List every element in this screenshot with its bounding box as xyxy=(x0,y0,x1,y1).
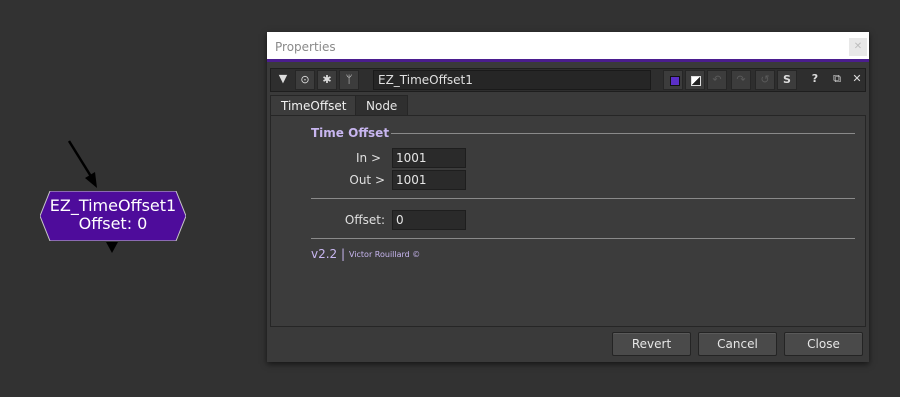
divider-1 xyxy=(311,198,855,199)
revert-button[interactable]: Revert xyxy=(612,332,691,356)
version-label: v2.2 | xyxy=(311,247,346,261)
graph-node[interactable]: EZ_TimeOffset1 Offset: 0 xyxy=(40,191,186,241)
offset-field[interactable]: 0 xyxy=(392,210,466,230)
s-button[interactable]: S xyxy=(777,70,797,90)
section-title: Time Offset xyxy=(311,126,390,140)
node-name: EZ_TimeOffset1 xyxy=(49,196,177,215)
close-panel-icon[interactable]: ✕ xyxy=(847,70,867,90)
in-field[interactable]: 1001 xyxy=(392,148,466,168)
panel-titlebar[interactable]: Properties ✕ xyxy=(267,32,869,62)
out-field[interactable]: 1001 xyxy=(392,170,466,190)
knobs-area: Time Offset In > 1001 Out > 1001 Offset:… xyxy=(270,115,866,327)
node-name-field[interactable]: EZ_TimeOffset1 xyxy=(373,70,651,90)
node-color-swatch[interactable] xyxy=(663,70,683,90)
collapse-triangle-icon[interactable]: ▼ xyxy=(273,70,293,90)
output-connector[interactable] xyxy=(106,242,118,253)
out-label: Out > xyxy=(349,173,385,187)
credit-label: Victor Rouillard © xyxy=(349,250,421,259)
float-panel-icon[interactable]: ⧉ xyxy=(827,70,847,90)
panel-title: Properties xyxy=(275,40,336,54)
node-toolbar: ▼ ⊙ ✱ ᛘ EZ_TimeOffset1 ↶ ↷ ↺ S ? ⧉ ✕ xyxy=(270,68,866,92)
divider-2 xyxy=(311,238,855,239)
in-label: In > xyxy=(355,151,381,165)
offset-label: Offset: xyxy=(344,213,385,227)
tab-timeoffset[interactable]: TimeOffset xyxy=(270,95,358,116)
input-connection-arrow xyxy=(67,140,97,188)
redo-icon[interactable]: ↷ xyxy=(731,70,751,90)
undo-icon[interactable]: ↶ xyxy=(707,70,727,90)
node-offset-label: Offset: 0 xyxy=(78,214,148,233)
close-button[interactable]: Close xyxy=(784,332,863,356)
section-divider xyxy=(391,133,855,134)
wrench-icon[interactable]: ᛘ xyxy=(339,70,359,90)
properties-panel: Properties ✕ ▼ ⊙ ✱ ᛘ EZ_TimeOffset1 ↶ ↷ … xyxy=(267,32,869,362)
tab-node[interactable]: Node xyxy=(355,95,409,116)
cancel-button[interactable]: Cancel xyxy=(698,332,777,356)
center-node-icon[interactable]: ⊙ xyxy=(295,70,315,90)
help-icon[interactable]: ? xyxy=(805,70,825,90)
titlebar-close-icon[interactable]: ✕ xyxy=(849,38,867,56)
gl-color-swatch[interactable] xyxy=(685,70,705,90)
bug-icon[interactable]: ✱ xyxy=(317,70,337,90)
tab-bar: TimeOffset Node xyxy=(270,95,866,116)
revert-icon[interactable]: ↺ xyxy=(755,70,775,90)
